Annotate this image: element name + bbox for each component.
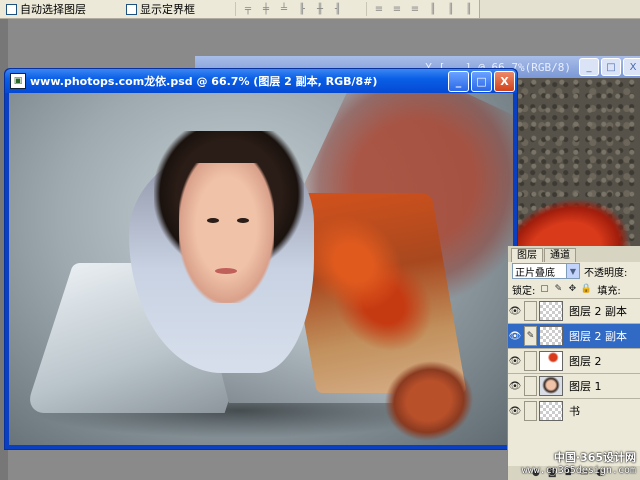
- fill-label: 填充:: [597, 285, 621, 297]
- layer-thumbnail: [539, 326, 563, 346]
- eye-icon[interactable]: 👁: [508, 406, 522, 417]
- distribute-right-icon[interactable]: ║: [461, 2, 477, 16]
- layer-row[interactable]: 👁 图层 1: [508, 373, 640, 398]
- layer-row[interactable]: 👁 书: [508, 398, 640, 423]
- lock-transparency-icon[interactable]: ▢: [539, 284, 549, 294]
- layer-row-selected[interactable]: 👁 ✎ 图层 2 副本: [508, 323, 640, 348]
- lock-position-icon[interactable]: ✥: [567, 284, 577, 294]
- watermark: 中国·365设计网 www.cn365design.com: [522, 449, 636, 476]
- psd-document-icon: ▣: [10, 73, 26, 89]
- document-titlebar[interactable]: ▣ www.photops.com龙依.psd @ 66.7% (图层 2 副本…: [5, 69, 517, 93]
- layer-thumbnail: [539, 376, 563, 396]
- show-bounding-box-option[interactable]: 显示定界框: [126, 1, 195, 17]
- layer-thumbnail: [539, 301, 563, 321]
- align-vcenter-icon[interactable]: ╪: [258, 2, 274, 16]
- document-window[interactable]: ▣ www.photops.com龙依.psd @ 66.7% (图层 2 副本…: [4, 68, 518, 450]
- lock-all-icon[interactable]: 🔒: [581, 284, 592, 294]
- align-buttons-group: ╤ ╪ ╧ ╟ ╫ ╢: [235, 2, 348, 16]
- auto-select-label: 自动选择图层: [20, 3, 86, 16]
- blend-row: 正片叠底 ▼ 不透明度:: [508, 262, 640, 280]
- lock-label: 锁定:: [512, 285, 536, 297]
- portrait-face: [179, 163, 274, 303]
- link-box[interactable]: [524, 351, 537, 371]
- eye-icon[interactable]: 👁: [508, 306, 522, 317]
- close-button[interactable]: X: [494, 70, 515, 92]
- eye-icon[interactable]: 👁: [508, 356, 522, 367]
- layer-name: 图层 2 副本: [569, 305, 627, 318]
- lock-paint-icon[interactable]: ✎: [553, 284, 563, 294]
- distribute-bottom-icon[interactable]: ≡: [407, 2, 423, 16]
- bounding-box-label: 显示定界框: [140, 3, 195, 16]
- opacity-label: 不透明度:: [584, 267, 628, 279]
- bounding-box-checkbox[interactable]: [126, 3, 137, 15]
- document-title: www.photops.com龙依.psd @ 66.7% (图层 2 副本, …: [30, 75, 378, 88]
- blend-mode-select[interactable]: 正片叠底 ▼: [512, 263, 580, 279]
- tab-channels[interactable]: 通道: [544, 248, 576, 262]
- link-box[interactable]: [524, 376, 537, 396]
- watermark-line1: 中国·365设计网: [553, 451, 636, 464]
- back-minimize-button[interactable]: _: [579, 58, 599, 76]
- eye-icon[interactable]: 👁: [508, 381, 522, 392]
- maximize-button[interactable]: □: [471, 70, 492, 92]
- back-maximize-button[interactable]: □: [601, 58, 621, 76]
- document-canvas[interactable]: [9, 93, 513, 445]
- layers-panel: 图层 通道 正片叠底 ▼ 不透明度: 锁定: ▢ ✎ ✥ 🔒 填充: 👁 图层 …: [507, 246, 640, 480]
- lock-row: 锁定: ▢ ✎ ✥ 🔒 填充:: [508, 280, 640, 298]
- tab-layers[interactable]: 图层: [511, 248, 543, 262]
- link-box[interactable]: [524, 301, 537, 321]
- align-right-icon[interactable]: ╢: [330, 2, 346, 16]
- layer-thumbnail: [539, 351, 563, 371]
- align-top-icon[interactable]: ╤: [240, 2, 256, 16]
- layer-name: 图层 2: [569, 355, 602, 368]
- blend-mode-value: 正片叠底: [515, 267, 555, 279]
- layer-name: 书: [569, 405, 580, 418]
- layer-thumbnail: [539, 401, 563, 421]
- portrait-mouth: [215, 268, 237, 274]
- auto-select-checkbox[interactable]: [6, 3, 17, 15]
- align-bottom-icon[interactable]: ╧: [276, 2, 292, 16]
- distribute-hcenter-icon[interactable]: ║: [443, 2, 459, 16]
- distribute-top-icon[interactable]: ≡: [371, 2, 387, 16]
- auto-select-layer-option[interactable]: 自动选择图层: [6, 1, 86, 17]
- layer-name: 图层 1: [569, 380, 602, 393]
- back-close-button[interactable]: X: [623, 58, 640, 76]
- layer-row[interactable]: 👁 图层 2 副本: [508, 298, 640, 323]
- brush-icon[interactable]: ✎: [524, 326, 537, 346]
- portrait-eye-right: [237, 218, 249, 223]
- align-hcenter-icon[interactable]: ╫: [312, 2, 328, 16]
- layer-row[interactable]: 👁 图层 2: [508, 348, 640, 373]
- watermark-line2: www.cn365design.com: [521, 465, 636, 476]
- eye-icon[interactable]: 👁: [508, 331, 522, 342]
- layers-panel-tabs: 图层 通道: [508, 246, 640, 262]
- layer-name: 图层 2 副本: [569, 330, 627, 343]
- portrait-eye-left: [207, 218, 219, 223]
- palette-well: [479, 0, 640, 18]
- distribute-left-icon[interactable]: ║: [425, 2, 441, 16]
- chevron-down-icon[interactable]: ▼: [566, 264, 579, 278]
- distribute-buttons-group: ≡ ≡ ≡ ║ ║ ║: [366, 2, 479, 16]
- distribute-vcenter-icon[interactable]: ≡: [389, 2, 405, 16]
- minimize-button[interactable]: _: [448, 70, 469, 92]
- options-bar: 自动选择图层 显示定界框 ╤ ╪ ╧ ╟ ╫ ╢ ≡ ≡ ≡ ║ ║ ║: [0, 0, 640, 19]
- link-box[interactable]: [524, 401, 537, 421]
- align-left-icon[interactable]: ╟: [294, 2, 310, 16]
